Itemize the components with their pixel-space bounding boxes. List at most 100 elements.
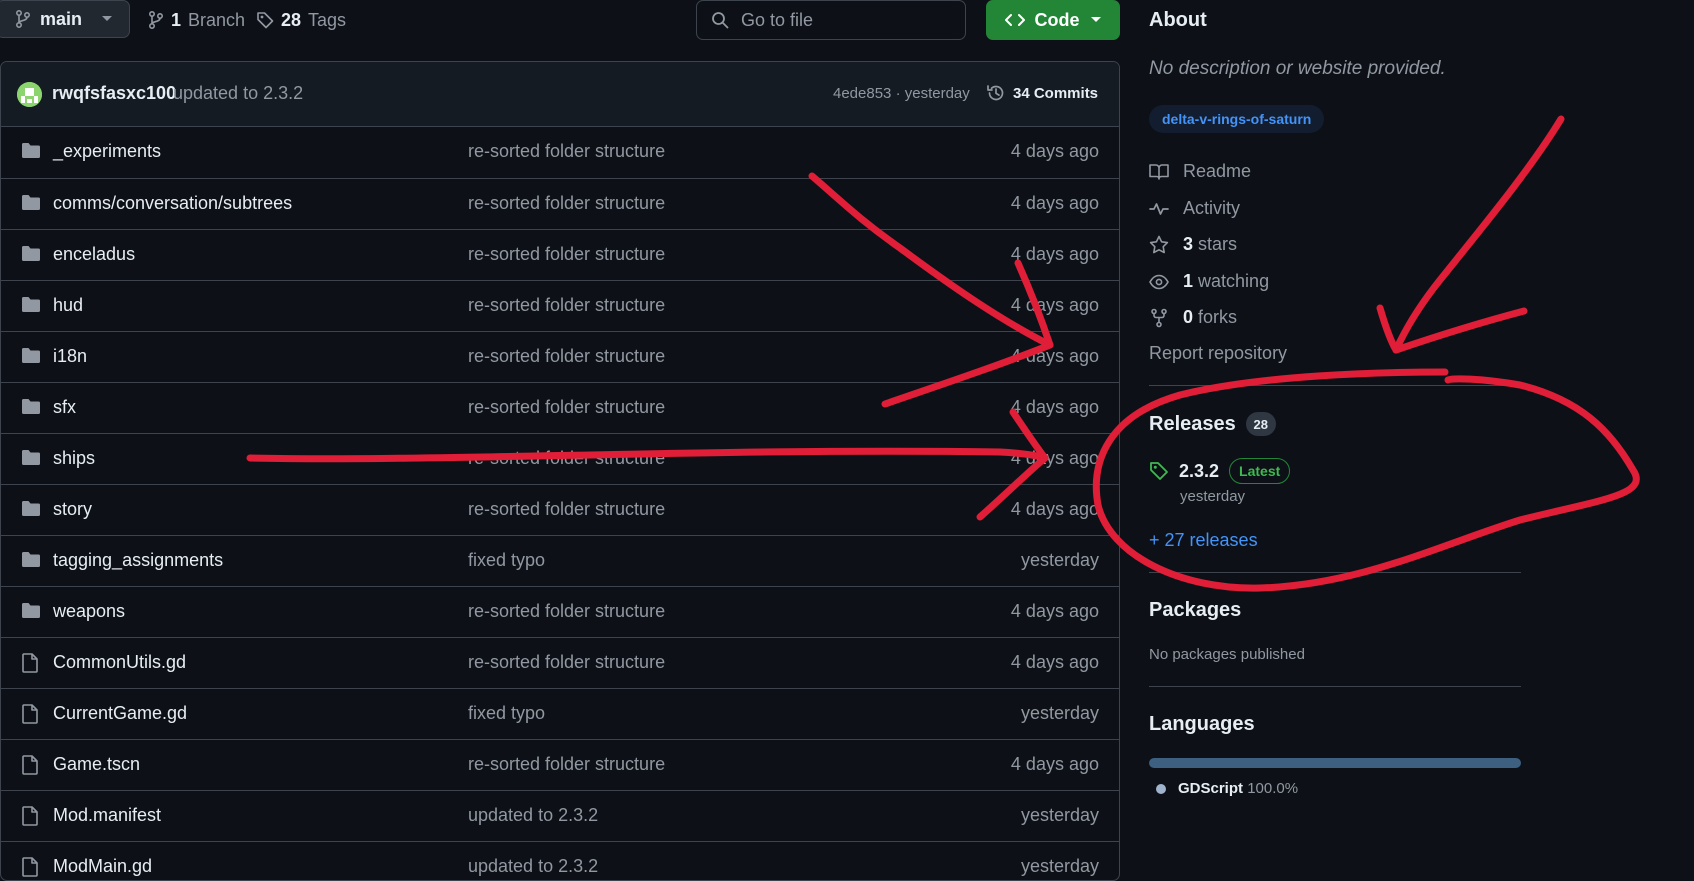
table-row[interactable]: CurrentGame.gd fixed typo yesterday bbox=[1, 688, 1119, 739]
more-releases-link[interactable]: + 27 releases bbox=[1149, 530, 1258, 551]
commit-message-link[interactable]: updated to 2.3.2 bbox=[468, 856, 598, 877]
forks-link[interactable]: 0 forks bbox=[1149, 307, 1237, 328]
forks-count: 0 bbox=[1183, 307, 1194, 327]
repo-description: No description or website provided. bbox=[1149, 58, 1446, 79]
table-row[interactable]: Mod.manifest updated to 2.3.2 yesterday bbox=[1, 790, 1119, 841]
commit-message-link[interactable]: re-sorted folder structure bbox=[468, 499, 665, 520]
tags-link[interactable]: 28 Tags bbox=[256, 0, 346, 40]
folder-icon bbox=[21, 500, 41, 517]
tag-icon bbox=[256, 11, 274, 29]
file-name-link[interactable]: weapons bbox=[53, 601, 125, 622]
file-name-link[interactable]: ships bbox=[53, 448, 95, 469]
packages-heading[interactable]: Packages bbox=[1149, 599, 1241, 622]
table-row[interactable]: _experiments re-sorted folder structure 4 … bbox=[1, 127, 1119, 178]
file-name-link[interactable]: hud bbox=[53, 295, 83, 316]
star-icon bbox=[1149, 235, 1169, 254]
commit-hash-time[interactable]: 4ede853 · yesterday bbox=[833, 85, 970, 102]
file-name-link[interactable]: ModMain.gd bbox=[53, 856, 152, 877]
stars-count: 3 bbox=[1183, 234, 1194, 254]
tag-icon bbox=[1149, 461, 1169, 481]
latest-release-link[interactable]: 2.3.2 Latest bbox=[1149, 458, 1291, 484]
language-item-gdscript[interactable]: GDScript 100.0% bbox=[1156, 780, 1298, 797]
commits-history-link[interactable]: 34 Commits bbox=[986, 83, 1098, 103]
table-row[interactable]: CommonUtils.gd re-sorted folder structure… bbox=[1, 637, 1119, 688]
file-name-link[interactable]: i18n bbox=[53, 346, 87, 367]
latest-release-version: 2.3.2 bbox=[1179, 460, 1220, 481]
file-icon bbox=[21, 653, 39, 673]
commit-message-link[interactable]: re-sorted folder structure bbox=[468, 652, 665, 673]
file-browser: rwqfsfasxc100 updated to 2.3.2 4ede853 ·… bbox=[0, 61, 1120, 881]
file-list: _experiments re-sorted folder structure 4 … bbox=[1, 127, 1119, 880]
code-button[interactable]: Code bbox=[986, 0, 1120, 40]
file-name-link[interactable]: story bbox=[53, 499, 92, 520]
commit-author-link[interactable]: rwqfsfasxc100 bbox=[52, 83, 176, 104]
folder-icon bbox=[21, 398, 41, 415]
commit-date: 4 days ago bbox=[1010, 448, 1099, 468]
file-name-link[interactable]: comms/conversation/subtrees bbox=[53, 193, 292, 214]
fork-icon bbox=[1149, 308, 1169, 328]
divider bbox=[1149, 686, 1521, 687]
activity-link[interactable]: Activity bbox=[1149, 198, 1240, 219]
file-name-link[interactable]: Game.tscn bbox=[53, 754, 140, 775]
commit-message-link[interactable]: re-sorted folder structure bbox=[468, 244, 665, 265]
file-icon bbox=[21, 857, 39, 877]
file-name-link[interactable]: enceladus bbox=[53, 244, 135, 265]
code-button-label: Code bbox=[1034, 9, 1080, 30]
commit-message-link[interactable]: updated to 2.3.2 bbox=[468, 805, 598, 826]
commit-date: 4 days ago bbox=[1010, 397, 1099, 417]
code-icon bbox=[1004, 13, 1025, 27]
activity-label: Activity bbox=[1183, 198, 1241, 218]
commit-message-link[interactable]: re-sorted folder structure bbox=[468, 601, 665, 622]
go-to-file-placeholder: Go to file bbox=[741, 9, 814, 30]
commit-message-link[interactable]: updated to 2.3.2 bbox=[173, 83, 303, 104]
table-row[interactable]: sfx re-sorted folder structure 4 days ago bbox=[1, 382, 1119, 433]
file-name-link[interactable]: CommonUtils.gd bbox=[53, 652, 186, 673]
table-row[interactable]: comms/conversation/subtrees re-sorted fol… bbox=[1, 178, 1119, 229]
watchers-link[interactable]: 1 watching bbox=[1149, 271, 1269, 292]
commit-date: yesterday bbox=[1020, 805, 1099, 825]
file-name-link[interactable]: tagging_assignments bbox=[53, 550, 223, 571]
table-row[interactable]: enceladus re-sorted folder structure 4 day… bbox=[1, 229, 1119, 280]
commit-message-link[interactable]: re-sorted folder structure bbox=[468, 193, 665, 214]
branch-select-button[interactable]: main bbox=[0, 0, 130, 38]
table-row[interactable]: story re-sorted folder structure 4 days ag… bbox=[1, 484, 1119, 535]
table-row[interactable]: i18n re-sorted folder structure 4 days ago bbox=[1, 331, 1119, 382]
branches-link[interactable]: 1 Branch bbox=[148, 0, 245, 40]
releases-header[interactable]: Releases 28 bbox=[1149, 412, 1276, 436]
table-row[interactable]: ModMain.gd updated to 2.3.2 yesterday bbox=[1, 841, 1119, 880]
topic-tag[interactable]: delta-v-rings-of-saturn bbox=[1149, 105, 1325, 133]
divider bbox=[1149, 572, 1521, 573]
latest-commit-bar: rwqfsfasxc100 updated to 2.3.2 4ede853 ·… bbox=[1, 62, 1119, 127]
avatar[interactable] bbox=[17, 82, 42, 107]
commit-date: 4 days ago bbox=[1010, 244, 1099, 264]
commit-message-link[interactable]: re-sorted folder structure bbox=[468, 346, 665, 367]
table-row[interactable]: hud re-sorted folder structure 4 days ago bbox=[1, 280, 1119, 331]
commit-message-link[interactable]: re-sorted folder structure bbox=[468, 754, 665, 775]
branches-label: Branch bbox=[188, 9, 246, 30]
language-name: GDScript bbox=[1178, 780, 1244, 797]
commit-message-link[interactable]: fixed typo bbox=[468, 550, 545, 571]
about-heading: About bbox=[1149, 9, 1207, 31]
commit-date: 4 days ago bbox=[1010, 499, 1099, 519]
table-row[interactable]: tagging_assignments fixed typo yesterday bbox=[1, 535, 1119, 586]
table-row[interactable]: Game.tscn re-sorted folder structure 4 day… bbox=[1, 739, 1119, 790]
table-row[interactable]: weapons re-sorted folder structure 4 days … bbox=[1, 586, 1119, 637]
stars-link[interactable]: 3 stars bbox=[1149, 234, 1237, 255]
readme-link[interactable]: Readme bbox=[1149, 161, 1251, 182]
file-name-link[interactable]: Mod.manifest bbox=[53, 805, 161, 826]
language-percent: 100.0% bbox=[1247, 780, 1299, 797]
commit-message-link[interactable]: fixed typo bbox=[468, 703, 545, 724]
commit-message-link[interactable]: re-sorted folder structure bbox=[468, 397, 665, 418]
file-name-link[interactable]: _experiments bbox=[53, 141, 161, 162]
folder-icon bbox=[21, 602, 41, 619]
commit-message-link[interactable]: re-sorted folder structure bbox=[468, 448, 665, 469]
report-repository-link[interactable]: Report repository bbox=[1149, 343, 1287, 364]
table-row[interactable]: ships re-sorted folder structure 4 days ag… bbox=[1, 433, 1119, 484]
latest-badge: Latest bbox=[1229, 458, 1291, 484]
commit-message-link[interactable]: re-sorted folder structure bbox=[468, 141, 665, 162]
commit-message-link[interactable]: re-sorted folder structure bbox=[468, 295, 665, 316]
file-name-link[interactable]: sfx bbox=[53, 397, 76, 418]
go-to-file-input[interactable]: Go to file bbox=[696, 0, 966, 40]
file-name-link[interactable]: CurrentGame.gd bbox=[53, 703, 187, 724]
language-bar bbox=[1149, 758, 1521, 768]
